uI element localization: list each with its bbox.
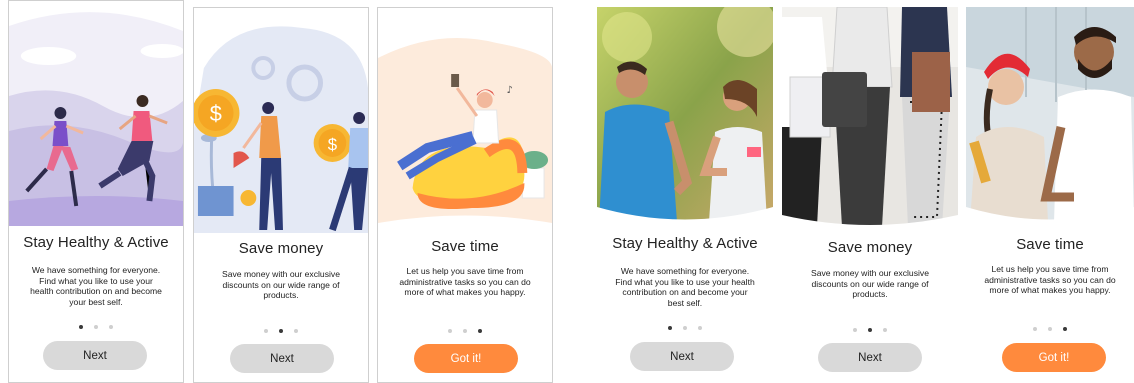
screen-description: We have something for everyone. Find wha… [615,266,755,308]
page-dot-2-active[interactable] [279,329,283,333]
page-dot-1[interactable] [448,329,452,333]
hero-photo-friends [966,7,1134,222]
onboarding-screen-healthy-photo: Stay Healthy & Active We have something … [597,7,773,383]
screen-description: Save money with our exclusive discounts … [811,268,929,300]
screen-title: Save money [238,240,324,257]
page-indicator [378,329,552,333]
hero-photo-runners [597,7,773,222]
got-it-button[interactable]: Got it! [1002,343,1106,372]
onboarding-screen-money-illustration: $ $ Save money Save money with our exclu… [193,7,369,383]
page-indicator [597,326,773,330]
page-indicator [782,328,958,332]
hero-illustration-relaxing: ♪ [378,8,552,233]
screen-title: Save time [1016,236,1084,253]
page-dot-1-active[interactable] [79,325,83,329]
page-dot-1[interactable] [1033,327,1037,331]
page-dot-1[interactable] [264,329,268,333]
page-indicator [966,327,1134,331]
next-button[interactable]: Next [43,341,147,370]
next-button[interactable]: Next [630,342,734,371]
page-dot-2[interactable] [94,325,98,329]
svg-text:$: $ [210,101,222,126]
onboarding-screen-money-photo: Save money Save money with our exclusive… [782,7,958,383]
got-it-button[interactable]: Got it! [414,344,518,373]
onboarding-screen-healthy-illustration: Stay Healthy & Active We have something … [8,0,184,383]
screen-title: Stay Healthy & Active [23,234,169,251]
svg-text:$: $ [328,135,338,154]
screen-title: Save time [431,238,499,255]
svg-text:♪: ♪ [507,85,513,96]
page-indicator [9,325,183,329]
hero-illustration-runners [9,1,183,226]
page-dot-1[interactable] [853,328,857,332]
screen-description: Save money with our exclusive discounts … [222,269,340,301]
hero-illustration-coins: $ $ [194,8,368,233]
screen-title: Stay Healthy & Active [612,235,758,252]
next-button[interactable]: Next [818,343,922,372]
page-dot-3-active[interactable] [478,329,482,333]
screen-description: We have something for everyone. Find wha… [30,265,162,307]
page-dot-3[interactable] [698,326,702,330]
onboarding-screen-time-illustration: ♪ Save time Let us help you save time fr… [377,7,553,383]
hero-photo-shoppers [782,7,958,227]
screen-description: Let us help you save time from administr… [984,264,1116,296]
screen-description: Let us help you save time from administr… [399,266,531,298]
page-dot-2-active[interactable] [868,328,872,332]
page-dot-1-active[interactable] [668,326,672,330]
page-dot-3-active[interactable] [1063,327,1067,331]
page-indicator [194,329,368,333]
next-button[interactable]: Next [230,344,334,373]
page-dot-2[interactable] [1048,327,1052,331]
page-dot-3[interactable] [883,328,887,332]
onboarding-screen-time-photo: Save time Let us help you save time from… [966,7,1134,383]
page-dot-2[interactable] [683,326,687,330]
page-dot-3[interactable] [294,329,298,333]
page-dot-3[interactable] [109,325,113,329]
page-dot-2[interactable] [463,329,467,333]
screen-title: Save money [827,239,913,256]
